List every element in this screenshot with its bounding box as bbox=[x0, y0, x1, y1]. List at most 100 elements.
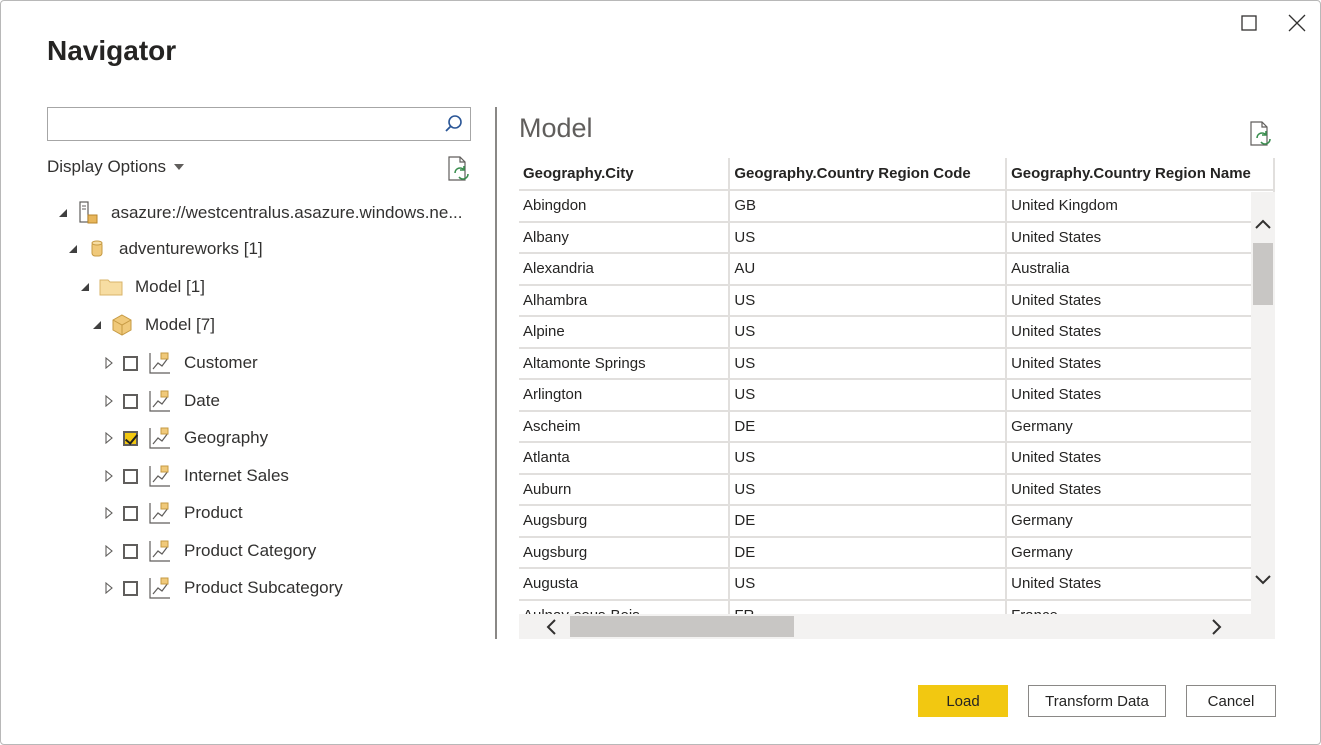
table-checkbox[interactable] bbox=[123, 356, 138, 371]
table-cell: Alhambra bbox=[519, 285, 729, 317]
table-cell: Ascheim bbox=[519, 411, 729, 443]
column-header[interactable]: Geography.Country Region Code bbox=[729, 158, 1006, 190]
table-cell: United States bbox=[1006, 379, 1274, 411]
expand-triangle-icon[interactable] bbox=[103, 395, 115, 407]
tree-item-date[interactable]: Date bbox=[103, 389, 220, 413]
chevron-right-icon bbox=[1212, 619, 1222, 635]
expand-triangle-icon[interactable] bbox=[103, 357, 115, 369]
chevron-left-icon bbox=[546, 619, 556, 635]
table-row: AlbanyUSUnited States bbox=[519, 222, 1274, 254]
table-cell: US bbox=[729, 316, 1006, 348]
display-options-label: Display Options bbox=[47, 157, 166, 177]
expand-triangle-icon[interactable] bbox=[103, 432, 115, 444]
scroll-up-button[interactable] bbox=[1251, 212, 1275, 236]
column-header[interactable]: Geography.City bbox=[519, 158, 729, 190]
search-icon[interactable] bbox=[444, 114, 464, 139]
table-chart-icon bbox=[148, 464, 172, 488]
table-cell: Arlington bbox=[519, 379, 729, 411]
display-options-dropdown[interactable]: Display Options bbox=[47, 157, 184, 177]
preview-title: Model bbox=[519, 113, 593, 144]
tree-item-geography[interactable]: Geography bbox=[103, 426, 268, 450]
table-cell: Germany bbox=[1006, 537, 1274, 569]
table-cell: Alpine bbox=[519, 316, 729, 348]
expand-triangle-icon[interactable] bbox=[103, 470, 115, 482]
expand-triangle-icon[interactable] bbox=[103, 582, 115, 594]
table-row: Altamonte SpringsUSUnited States bbox=[519, 348, 1274, 380]
table-cell: United States bbox=[1006, 285, 1274, 317]
close-icon bbox=[1288, 14, 1306, 32]
table-row: AugsburgDEGermany bbox=[519, 505, 1274, 537]
horizontal-scroll-thumb[interactable] bbox=[570, 616, 794, 637]
maximize-icon bbox=[1241, 15, 1257, 31]
expand-triangle-icon[interactable] bbox=[103, 545, 115, 557]
scroll-right-button[interactable] bbox=[1205, 614, 1229, 639]
chevron-down-icon bbox=[1255, 575, 1271, 585]
table-cell: Abingdon bbox=[519, 190, 729, 222]
table-checkbox[interactable] bbox=[123, 431, 138, 446]
table-checkbox[interactable] bbox=[123, 394, 138, 409]
table-row: AuburnUSUnited States bbox=[519, 474, 1274, 506]
navigator-dialog: Navigator Display Options asazure://west… bbox=[0, 0, 1321, 745]
tree-item-customer[interactable]: Customer bbox=[103, 351, 258, 375]
table-chart-icon bbox=[148, 539, 172, 563]
tree-item-product[interactable]: Product bbox=[103, 501, 243, 525]
dialog-title: Navigator bbox=[47, 35, 176, 67]
horizontal-scrollbar[interactable] bbox=[519, 614, 1275, 639]
table-chart-icon bbox=[148, 576, 172, 600]
maximize-button[interactable] bbox=[1234, 9, 1264, 37]
collapse-triangle-icon[interactable] bbox=[57, 208, 69, 218]
table-cell: DE bbox=[729, 537, 1006, 569]
table-row: AugustaUSUnited States bbox=[519, 568, 1274, 600]
load-button[interactable]: Load bbox=[918, 685, 1008, 717]
table-row: AscheimDEGermany bbox=[519, 411, 1274, 443]
refresh-preview-button[interactable] bbox=[1249, 121, 1273, 152]
table-cell: DE bbox=[729, 411, 1006, 443]
collapse-triangle-icon[interactable] bbox=[91, 320, 103, 330]
refresh-icon bbox=[1249, 121, 1273, 147]
table-cell: United States bbox=[1006, 316, 1274, 348]
search-box[interactable] bbox=[47, 107, 471, 141]
search-input[interactable] bbox=[54, 109, 438, 141]
vertical-scroll-thumb[interactable] bbox=[1253, 243, 1273, 305]
vertical-scrollbar[interactable] bbox=[1251, 192, 1275, 614]
table-row: AtlantaUSUnited States bbox=[519, 442, 1274, 474]
refresh-tree-button[interactable] bbox=[447, 156, 471, 187]
database-icon bbox=[87, 239, 107, 259]
tree-node-label: Model [7] bbox=[145, 315, 215, 335]
table-cell: Germany bbox=[1006, 505, 1274, 537]
table-cell: Augsburg bbox=[519, 537, 729, 569]
tree-node-label: adventureworks [1] bbox=[119, 239, 263, 259]
table-checkbox[interactable] bbox=[123, 581, 138, 596]
table-chart-icon bbox=[148, 426, 172, 450]
scroll-down-button[interactable] bbox=[1251, 568, 1275, 592]
pane-splitter[interactable] bbox=[495, 107, 497, 639]
table-checkbox[interactable] bbox=[123, 469, 138, 484]
table-label: Customer bbox=[184, 353, 258, 373]
tree-node-server[interactable]: asazure://westcentralus.asazure.windows.… bbox=[57, 201, 463, 225]
tree-item-product-category[interactable]: Product Category bbox=[103, 539, 316, 563]
table-cell: United States bbox=[1006, 474, 1274, 506]
table-row: AugsburgDEGermany bbox=[519, 537, 1274, 569]
collapse-triangle-icon[interactable] bbox=[67, 244, 79, 254]
tree-node-folder[interactable]: Model [1] bbox=[79, 277, 205, 297]
tree-item-product-subcategory[interactable]: Product Subcategory bbox=[103, 576, 343, 600]
table-checkbox[interactable] bbox=[123, 544, 138, 559]
tree-node-database[interactable]: adventureworks [1] bbox=[67, 239, 263, 259]
folder-icon bbox=[99, 277, 123, 297]
table-cell: Augusta bbox=[519, 568, 729, 600]
preview-grid[interactable]: Geography.City Geography.Country Region … bbox=[519, 158, 1275, 639]
cancel-button[interactable]: Cancel bbox=[1186, 685, 1276, 717]
expand-triangle-icon[interactable] bbox=[103, 507, 115, 519]
tree-item-internet-sales[interactable]: Internet Sales bbox=[103, 464, 289, 488]
table-checkbox[interactable] bbox=[123, 506, 138, 521]
table-cell: Augsburg bbox=[519, 505, 729, 537]
scroll-left-button[interactable] bbox=[539, 614, 563, 639]
table-cell: Alexandria bbox=[519, 253, 729, 285]
table-cell: DE bbox=[729, 505, 1006, 537]
refresh-icon bbox=[447, 156, 471, 182]
tree-node-model[interactable]: Model [7] bbox=[91, 314, 215, 336]
close-button[interactable] bbox=[1282, 9, 1312, 37]
collapse-triangle-icon[interactable] bbox=[79, 282, 91, 292]
column-header[interactable]: Geography.Country Region Name bbox=[1006, 158, 1274, 190]
transform-data-button[interactable]: Transform Data bbox=[1028, 685, 1166, 717]
